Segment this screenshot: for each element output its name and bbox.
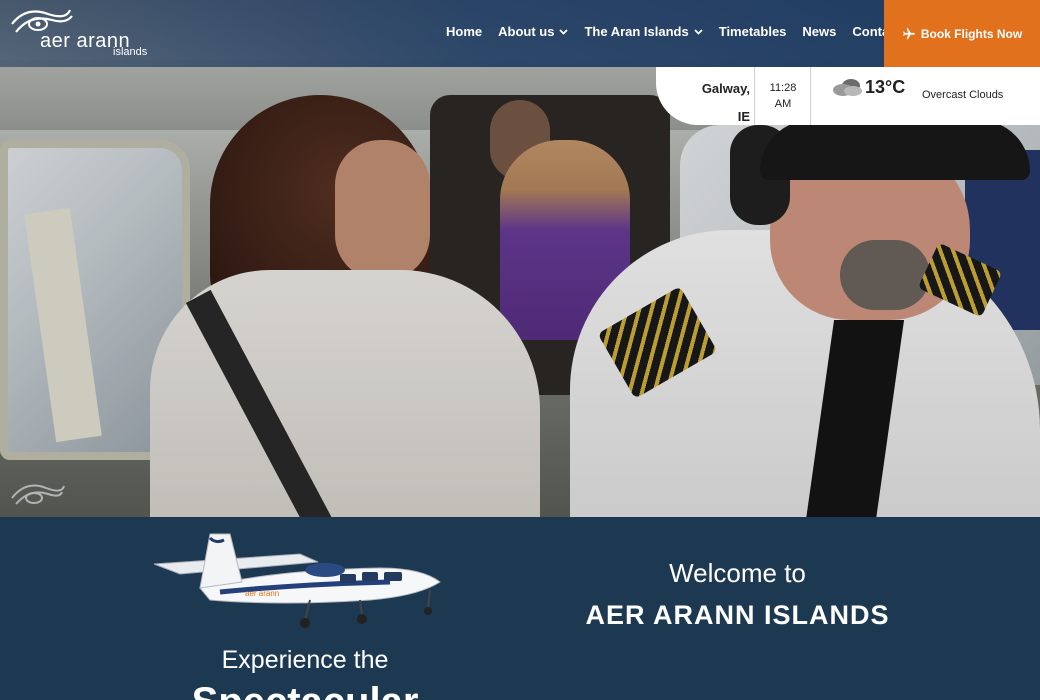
site-logo[interactable]: aer arann islands (10, 6, 160, 58)
chevron-down-icon (694, 28, 703, 35)
main-nav: Home About us The Aran Islands Timetable… (446, 24, 917, 39)
welcome-title: AER ARANN ISLANDS (585, 600, 890, 630)
nav-aran-islands[interactable]: The Aran Islands (584, 24, 703, 39)
cloud-icon (833, 79, 862, 96)
site-header: aer arann islands Home About us The Aran… (0, 0, 1040, 67)
nav-timetables-label: Timetables (718, 24, 787, 39)
nav-news[interactable]: News (802, 24, 836, 39)
weather-time-value: 11:28 (769, 82, 797, 94)
svg-text:aer arann: aer arann (245, 589, 279, 598)
weather-time: 11:28 AM (756, 80, 810, 112)
nav-home[interactable]: Home (446, 24, 482, 39)
weather-temperature: 13°C (865, 77, 906, 97)
weather-city: Galway, (701, 81, 750, 96)
weather-divider (754, 67, 755, 125)
logo-watermark-icon (11, 484, 65, 505)
weather-widget: Galway, IE 11:28 AM 13°C Overcast Clouds (656, 67, 1040, 125)
weather-time-ampm: AM (774, 98, 792, 110)
logo-sub-text: islands (113, 46, 148, 58)
weather-description: Overcast Clouds (922, 89, 1004, 101)
nav-aran-islands-label: The Aran Islands (584, 24, 689, 39)
chevron-down-icon (559, 28, 569, 35)
nav-timetables[interactable]: Timetables (719, 24, 787, 39)
airplane-icon (902, 27, 915, 39)
book-flights-label: Book Flights Now (920, 26, 1023, 41)
nav-news-label: News (802, 24, 837, 39)
weather-location: Galway, IE (690, 75, 750, 131)
experience-heading-large: Spectacular (155, 680, 455, 700)
nav-about-us-label: About us (498, 24, 555, 39)
book-flights-button[interactable]: Book Flights Now (884, 0, 1040, 67)
airplane-illustration: aer arann (153, 533, 441, 628)
weather-country: IE (737, 109, 750, 124)
nav-home-label: Home (446, 24, 483, 39)
experience-heading: Experience the (221, 646, 389, 674)
weather-divider (810, 67, 811, 125)
nav-about-us[interactable]: About us (498, 24, 569, 39)
welcome-subheading: Welcome to (669, 558, 806, 588)
